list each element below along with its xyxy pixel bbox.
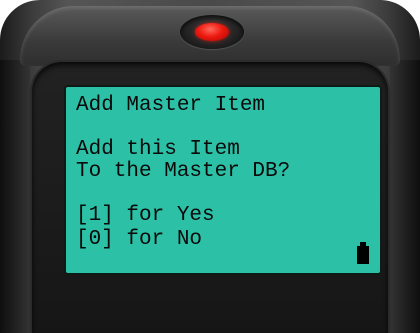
screen-title: Add Master Item: [76, 94, 266, 117]
prompt-line-2: To the Master DB?: [76, 160, 291, 183]
lcd-screen: Add Master Item Add this Item To the Mas…: [64, 85, 382, 275]
prompt-line-1: Add this Item: [76, 138, 240, 161]
option-no[interactable]: [0] for No: [76, 229, 202, 251]
handheld-device: Add Master Item Add this Item To the Mas…: [0, 0, 420, 333]
device-side-left: [0, 60, 30, 333]
status-led-icon: [195, 23, 229, 41]
device-side-right: [390, 60, 420, 333]
battery-icon: [357, 242, 369, 264]
option-yes[interactable]: [1] for Yes: [76, 205, 215, 227]
